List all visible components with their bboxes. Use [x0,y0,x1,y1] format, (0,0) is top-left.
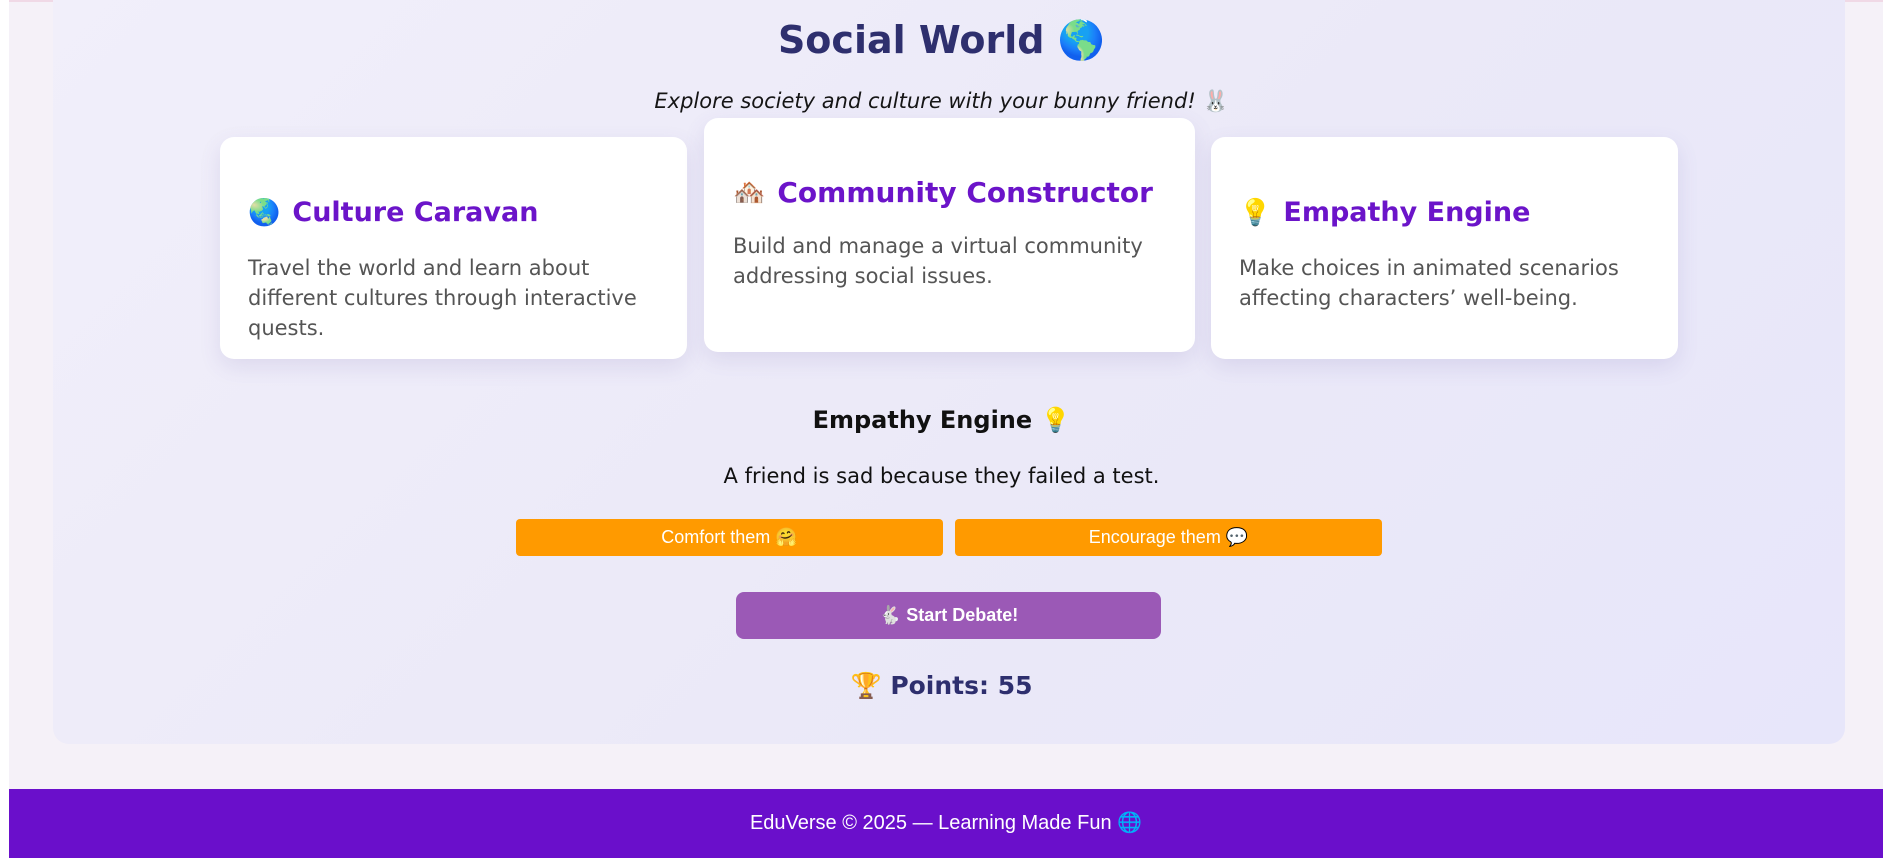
comfort-them-button[interactable]: Comfort them 🤗 [516,519,943,556]
footer: EduVerse © 2025 — Learning Made Fun 🌐 [9,789,1883,858]
houses-icon: 🏘️ [733,178,766,208]
encourage-them-button[interactable]: Encourage them 💬 [955,519,1382,556]
card-title: 🌏 Culture Caravan [248,195,659,231]
choice-label: Encourage them [1088,527,1221,547]
points-display: 🏆 Points: 55 [0,668,1883,704]
globe-with-meridians-icon: 🌐 [1117,812,1143,834]
footer-text: EduVerse © 2025 — Learning Made Fun [749,812,1112,834]
activity-title: Empathy Engine 💡 [0,402,1883,438]
rabbit-icon: 🐇 [878,605,902,625]
speech-bubble-icon: 💬 [1225,527,1249,547]
card-culture-caravan[interactable]: 🌏 Culture Caravan Travel the world and l… [220,137,687,359]
start-debate-button[interactable]: 🐇 Start Debate! [736,592,1161,639]
page-subtitle: Explore society and culture with your bu… [0,86,1883,116]
card-description: Build and manage a virtual community add… [733,234,1143,288]
card-community-constructor[interactable]: 🏘️ Community Constructor Build and manag… [704,118,1195,352]
globe-icon: 🌏 [248,198,281,228]
trophy-icon: 🏆 [850,671,882,700]
card-title: 💡 Empathy Engine [1239,195,1650,231]
earth-globe-icon: 🌎 [1057,18,1106,62]
choice-label: Comfort them [661,527,771,547]
debate-label: Start Debate! [906,605,1019,625]
lightbulb-icon: 💡 [1040,406,1071,434]
card-description: Travel the world and learn about differe… [248,256,637,340]
points-value: 55 [997,671,1033,700]
card-description: Make choices in animated scenarios affec… [1239,256,1619,310]
page-title-text: Social World [777,18,1045,62]
hugging-face-icon: 🤗 [775,527,798,547]
card-empathy-engine[interactable]: 💡 Empathy Engine Make choices in animate… [1211,137,1678,359]
card-title-text: Community Constructor [777,176,1153,209]
card-title-text: Empathy Engine [1283,197,1531,228]
points-label: Points: [890,671,990,700]
activity-title-text: Empathy Engine [812,406,1033,434]
scenario-text: A friend is sad because they failed a te… [723,464,1160,488]
page-title: Social World 🌎 [0,14,1883,66]
lightbulb-icon: 💡 [1239,198,1272,228]
card-title: 🏘️ Community Constructor [733,175,1166,211]
card-title-text: Culture Caravan [292,197,539,228]
bunny-icon: 🐰 [1202,89,1229,113]
subtitle-text: Explore society and culture with your bu… [654,89,1196,113]
